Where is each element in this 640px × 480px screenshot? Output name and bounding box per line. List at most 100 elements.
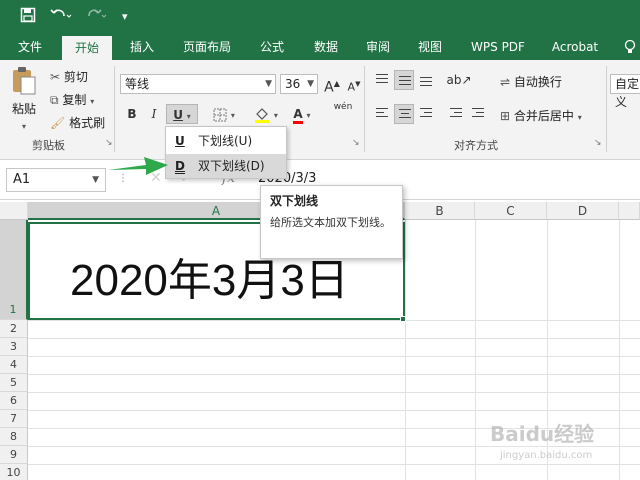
undo-icon[interactable] [50, 7, 72, 27]
align-bottom-button[interactable] [416, 70, 436, 90]
number-format-value: 自定义 [615, 77, 640, 109]
paste-button[interactable] [10, 66, 38, 99]
gridline [28, 392, 640, 393]
align-middle-button[interactable] [394, 70, 414, 90]
gridline [28, 356, 640, 357]
align-center-button[interactable] [394, 104, 414, 124]
name-box-value: A1 [13, 172, 31, 187]
column-header-c[interactable]: C [475, 202, 547, 220]
select-all-corner[interactable] [0, 202, 28, 220]
green-pointer-arrow-icon [108, 157, 168, 175]
font-size-select[interactable]: 36 ▼ [280, 74, 318, 94]
row-header-2[interactable]: 2 [0, 320, 28, 338]
font-color-button[interactable]: A ▾ [286, 104, 318, 124]
gridline [28, 320, 640, 321]
row-header-1[interactable]: 1 [0, 220, 28, 320]
fill-color-button[interactable]: ▾ [250, 104, 282, 124]
shrink-font-icon: A [347, 80, 356, 94]
tab-acrobat[interactable]: Acrobat [546, 34, 604, 60]
redo-icon[interactable] [86, 7, 108, 27]
ribbon-tabs: 文件 开始 插入 页面布局 公式 数据 审阅 视图 WPS PDF Acroba… [0, 34, 640, 60]
customize-qat-icon[interactable]: ▾ [122, 10, 128, 23]
tab-home[interactable]: 开始 [62, 36, 112, 60]
text-orientation-icon: ab↗ [446, 73, 472, 87]
fill-handle[interactable] [400, 316, 406, 322]
wrap-text-button[interactable]: ⇌ 自动换行 [500, 73, 562, 90]
column-header-b[interactable]: B [405, 202, 475, 220]
font-size-value: 36 [285, 77, 301, 91]
align-left-button[interactable] [372, 104, 392, 124]
shrink-font-button[interactable]: A▼ [344, 74, 364, 94]
alignment-group-label: 对齐方式 [454, 139, 498, 152]
format-painter-button[interactable]: 🖌 格式刷 [50, 114, 105, 131]
tab-insert[interactable]: 插入 [122, 34, 162, 60]
merge-center-button[interactable]: ⊞ 合并后居中 ▾ [500, 107, 582, 124]
row-header-7[interactable]: 7 [0, 410, 28, 428]
tab-review[interactable]: 审阅 [358, 34, 398, 60]
copy-button[interactable]: ⧉ 复制 ▾ [50, 91, 94, 108]
row-header-3[interactable]: 3 [0, 338, 28, 356]
underline-button[interactable]: U ▾ [166, 104, 198, 124]
baidu-watermark-url: jingyan.baidu.com [500, 450, 593, 461]
tooltip-double-underline: 双下划线 给所选文本加双下划线。 [260, 185, 403, 259]
clipboard-launcher-icon[interactable]: ↘ [105, 138, 113, 148]
chevron-down-icon: ▼ [265, 79, 272, 89]
increase-indent-button[interactable] [468, 104, 488, 124]
borders-button[interactable]: ▾ [208, 104, 240, 124]
clipboard-group-label: 剪贴板 [32, 139, 65, 152]
decrease-indent-button[interactable] [446, 104, 466, 124]
cut-button[interactable]: ✂ 剪切 [50, 68, 88, 85]
phonetic-button[interactable]: wén [328, 102, 358, 122]
font-name-select[interactable]: 等线 ▼ [120, 74, 276, 94]
tab-file[interactable]: 文件 [8, 34, 52, 60]
row-header-4[interactable]: 4 [0, 356, 28, 374]
alignment-launcher-icon[interactable]: ↘ [594, 138, 602, 148]
number-format-select[interactable]: 自定义 [610, 74, 640, 109]
row-header-5[interactable]: 5 [0, 374, 28, 392]
align-top-button[interactable] [372, 70, 392, 90]
tab-formulas[interactable]: 公式 [252, 34, 292, 60]
merge-dropdown-icon[interactable]: ▾ [578, 113, 582, 122]
save-icon[interactable] [20, 7, 36, 27]
font-color-icon: A [293, 108, 303, 124]
tell-me-icon[interactable] [620, 34, 640, 60]
group-divider [606, 66, 607, 152]
bold-button[interactable]: B [122, 104, 142, 124]
paste-dropdown-icon[interactable]: ▾ [22, 122, 26, 131]
copy-dropdown-icon[interactable]: ▾ [90, 97, 94, 106]
paintbrush-icon: 🖌 [50, 116, 66, 130]
fill-color-dropdown-icon[interactable]: ▾ [274, 111, 278, 120]
tab-view[interactable]: 视图 [410, 34, 450, 60]
scissors-icon: ✂ [50, 70, 61, 84]
tooltip-title: 双下划线 [270, 194, 319, 208]
menu-item-double-underline[interactable]: D 双下划线(D) [166, 154, 286, 178]
grow-font-icon: A [324, 79, 334, 96]
column-header-e[interactable] [619, 202, 640, 220]
align-right-button[interactable] [416, 104, 436, 124]
column-header-d[interactable]: D [547, 202, 619, 220]
font-name-value: 等线 [125, 77, 150, 91]
font-color-dropdown-icon[interactable]: ▾ [307, 111, 311, 120]
italic-button[interactable]: I [144, 104, 164, 124]
name-box[interactable]: A1 ▼ [6, 168, 106, 192]
underline-dropdown-icon[interactable]: ▾ [187, 112, 191, 121]
borders-dropdown-icon[interactable]: ▾ [231, 111, 235, 120]
gridline [28, 410, 640, 411]
tab-data[interactable]: 数据 [306, 34, 346, 60]
row-header-8[interactable]: 8 [0, 428, 28, 446]
gridline [28, 464, 640, 465]
tab-wps-pdf[interactable]: WPS PDF [464, 34, 532, 60]
row-header-10[interactable]: 10 [0, 464, 28, 480]
orientation-button[interactable]: ab↗ [444, 70, 474, 90]
paste-label[interactable]: 粘贴 [12, 100, 36, 117]
row-header-9[interactable]: 9 [0, 446, 28, 464]
row-header-6[interactable]: 6 [0, 392, 28, 410]
tab-page-layout[interactable]: 页面布局 [176, 34, 238, 60]
borders-icon [213, 108, 227, 121]
menu-item-underline[interactable]: U 下划线(U) [166, 129, 286, 153]
chevron-down-icon: ▼ [307, 79, 314, 89]
merge-cells-icon: ⊞ [500, 109, 511, 123]
font-launcher-icon[interactable]: ↘ [352, 138, 360, 148]
grow-font-button[interactable]: A▲ [322, 74, 342, 96]
gridline [475, 220, 476, 480]
